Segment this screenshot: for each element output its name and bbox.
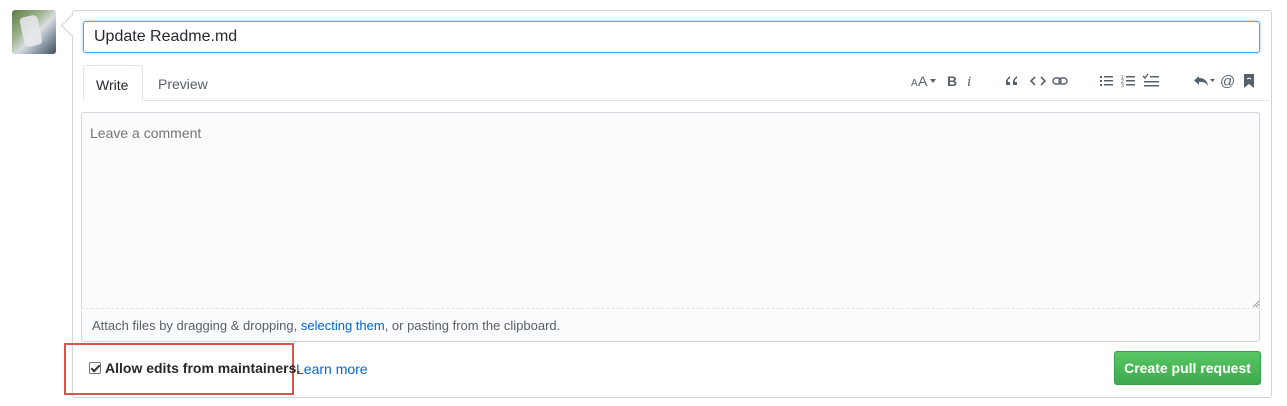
code-icon[interactable]: [1029, 72, 1047, 90]
svg-text:3: 3: [1121, 83, 1124, 89]
italic-icon[interactable]: i: [964, 72, 976, 90]
allow-edits-label[interactable]: Allow edits from maintainers.: [105, 360, 300, 376]
svg-text:A: A: [918, 73, 928, 89]
attach-suffix: , or pasting from the clipboard.: [384, 318, 561, 333]
mention-icon[interactable]: @: [1219, 72, 1235, 90]
title-input[interactable]: [83, 21, 1260, 53]
svg-text:@: @: [1220, 73, 1235, 90]
attach-prefix: Attach files by dragging & dropping,: [92, 318, 301, 333]
tab-preview[interactable]: Preview: [146, 65, 220, 101]
allow-edits-checkbox[interactable]: [89, 362, 101, 374]
numbered-list-icon[interactable]: 123: [1121, 72, 1137, 90]
comment-textarea[interactable]: [81, 112, 1260, 309]
task-list-icon[interactable]: [1142, 72, 1160, 90]
create-pull-request-button[interactable]: Create pull request: [1114, 351, 1261, 385]
tab-write[interactable]: Write: [83, 65, 143, 101]
attach-files-bar[interactable]: Attach files by dragging & dropping, sel…: [81, 311, 1260, 342]
bullet-list-icon[interactable]: [1099, 72, 1115, 90]
bookmark-icon[interactable]: [1243, 72, 1255, 90]
link-icon[interactable]: [1052, 72, 1068, 90]
avatar[interactable]: [12, 10, 56, 54]
svg-text:A: A: [911, 78, 918, 89]
reply-icon[interactable]: [1192, 72, 1216, 90]
tab-bar: [83, 100, 1270, 101]
svg-text:i: i: [967, 74, 971, 90]
quote-icon[interactable]: [1004, 72, 1020, 90]
bold-icon[interactable]: B: [945, 72, 959, 90]
resize-handle-icon[interactable]: [1250, 298, 1260, 308]
learn-more-link[interactable]: Learn more: [296, 361, 368, 377]
svg-text:B: B: [947, 73, 957, 89]
text-size-icon[interactable]: AA: [910, 72, 940, 90]
selecting-them-link[interactable]: selecting them: [301, 318, 385, 333]
